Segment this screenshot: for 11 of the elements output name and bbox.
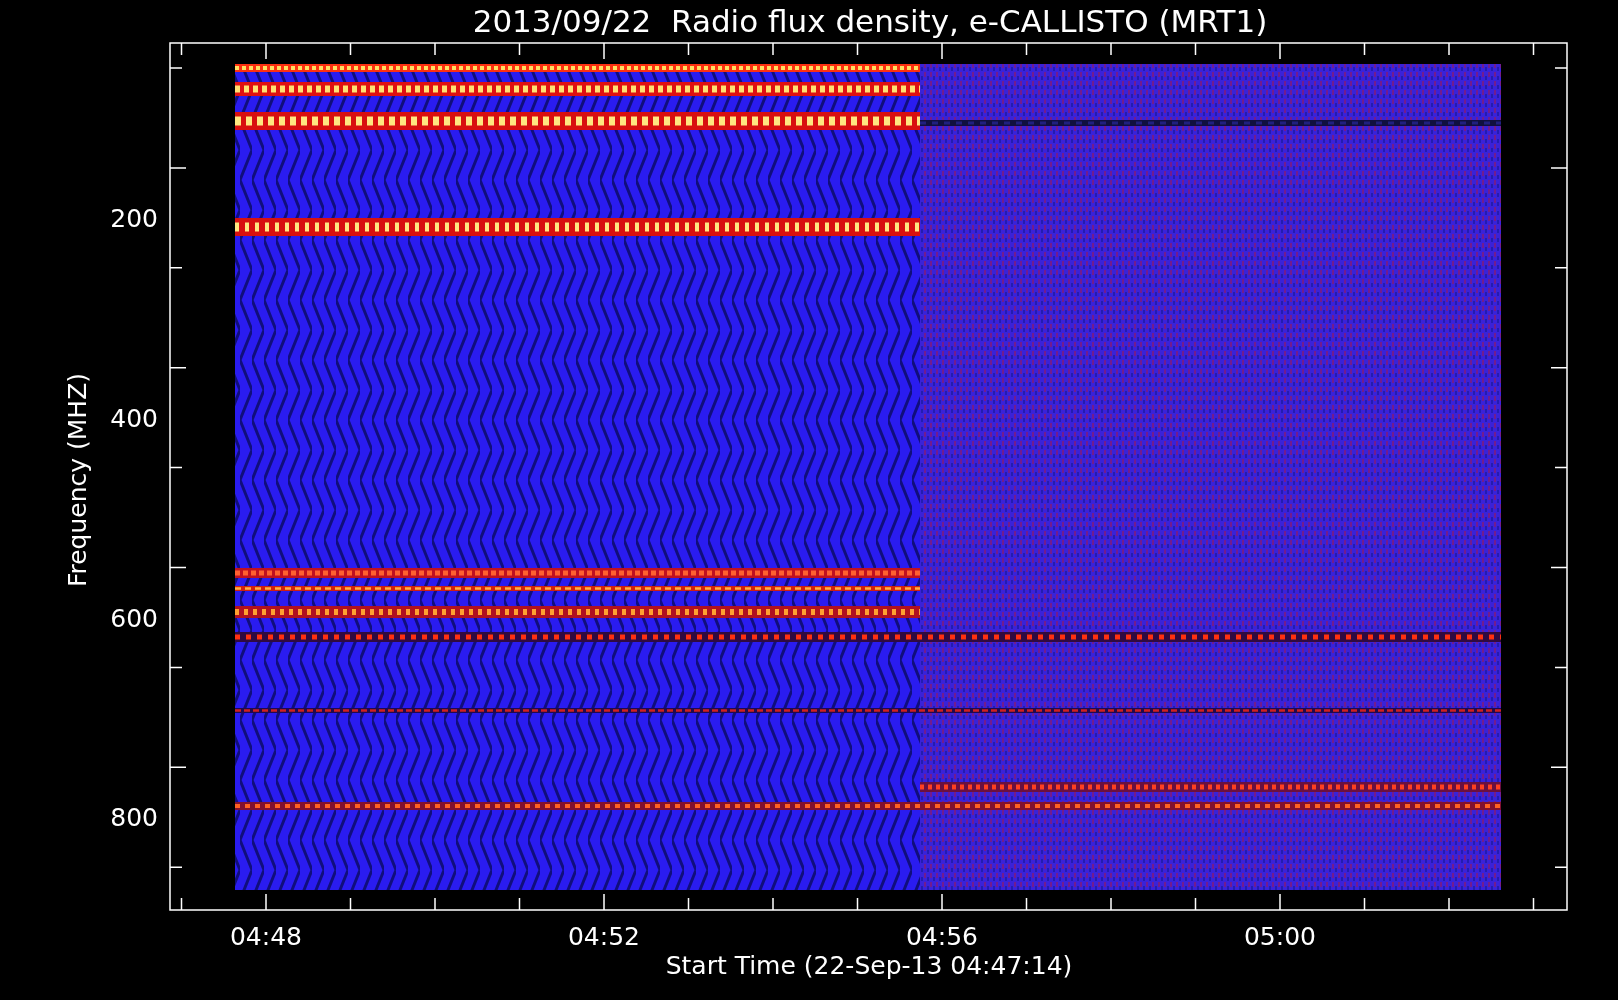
x-tick-label: 04:48 — [230, 922, 302, 951]
x-tick-label: 05:00 — [1244, 922, 1316, 951]
chart-title: 2013/09/22 Radio flux density, e-CALLISTO (MRT1) — [472, 3, 1268, 39]
y-tick-label: 800 — [110, 803, 158, 833]
x-tick-label: 04:52 — [568, 922, 640, 951]
y-tick-label: 400 — [110, 403, 158, 433]
x-axis-title: Start Time (22-Sep-13 04:47:14) — [665, 951, 1073, 980]
y-tick-label: 600 — [110, 603, 158, 633]
x-tick-label: 04:56 — [906, 922, 978, 951]
y-axis-title: Frequency (MHZ) — [63, 372, 92, 588]
y-tick-label: 200 — [110, 204, 158, 233]
